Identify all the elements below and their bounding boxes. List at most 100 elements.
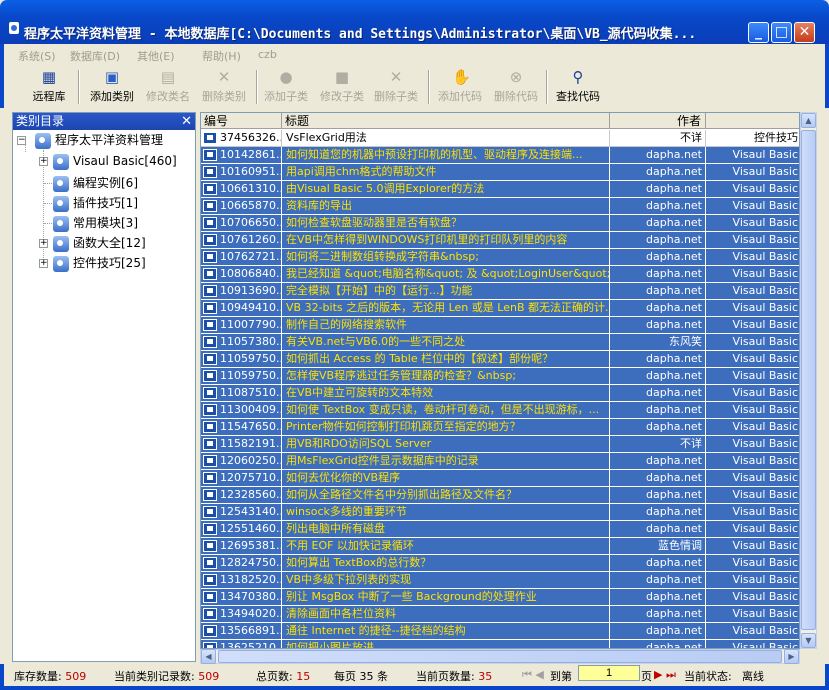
table-row[interactable]: 13494020... 清除画面中各栏位资料 dapha.net Visaul Bas… — [201, 606, 799, 623]
maximize-button[interactable]: □ — [771, 22, 792, 43]
cell-author: dapha.net — [610, 555, 706, 572]
table-row[interactable]: 11300409... 如何使 TextBox 变成只读，卷动杆可卷动，但是不出现… — [201, 402, 799, 419]
table-row[interactable]: 11007790... 制作自己的网络搜索软件 dapha.net Visaul Ba… — [201, 317, 799, 334]
horizontal-scroll-thumb[interactable] — [218, 650, 782, 663]
network-icon: ▦ — [41, 68, 57, 86]
add-subcategory-button[interactable]: ● 添加子类 — [260, 69, 312, 105]
grid-header: 编号 标题 作者 — [201, 113, 799, 129]
table-row[interactable]: 11059750... 如何抓出 Access 的 Table 栏位中的【叙述】部… — [201, 351, 799, 368]
remote-db-button[interactable]: ▦ 远程库 — [28, 69, 70, 105]
table-row[interactable]: 13470380... 别让 MsgBox 中断了一些 Background的处理… — [201, 589, 799, 606]
cell-title: VB 32-bits 之后的版本，无论用 Len 或是 LenB 都无法正确的计… — [282, 300, 610, 317]
cell-id: 11059750... — [201, 351, 282, 368]
scroll-up-button[interactable]: ▲ — [801, 113, 816, 128]
code-record-icon — [203, 608, 217, 620]
cell-title: 由Visual Basic 5.0调用Explorer的方法 — [282, 181, 610, 198]
toolbar: ▦ 远程库 ▣ 添加类别 ▤ 修改类名 ✕ 删除类别 ● 添加子类 ■ 修改子类… — [0, 66, 829, 108]
table-row[interactable]: 11087510... 在VB中建立可旋转的文本特效 dapha.net Visaul… — [201, 385, 799, 402]
code-record-icon — [203, 200, 217, 212]
scroll-left-button[interactable]: ◀ — [201, 649, 216, 664]
column-header-author[interactable]: 作者 — [610, 113, 706, 129]
tree-expander-root[interactable]: − — [17, 136, 26, 145]
scroll-right-button[interactable]: ▶ — [784, 649, 799, 664]
close-panel-icon[interactable]: ✕ — [181, 113, 192, 130]
cell-author: dapha.net — [610, 385, 706, 402]
cell-title: 资料库的导出 — [282, 198, 610, 215]
table-row[interactable]: 10661310... 由Visual Basic 5.0调用Explorer的方… — [201, 181, 799, 198]
cell-category: Visaul Basic — [706, 487, 799, 504]
table-row[interactable]: 11059750... 怎样使VB程序逃过任务管理器的检查？&nbsp; dapha… — [201, 368, 799, 385]
cell-author: dapha.net — [610, 487, 706, 504]
table-row[interactable]: 12543140... winsock多线的重要环节 dapha.net Visaul… — [201, 504, 799, 521]
table-row[interactable]: 12551460... 列出电脑中所有磁盘 dapha.net Visaul Basi… — [201, 521, 799, 538]
delete-category-button[interactable]: ✕ 删除类别 — [198, 69, 250, 105]
find-code-button[interactable]: ⚲ 查找代码 — [552, 69, 604, 105]
table-row[interactable]: 13625210... 如何把小图片放进 ... dapha.net Visaul B… — [201, 640, 799, 648]
cell-id: 10949410... — [201, 300, 282, 317]
first-prev-page-icon[interactable]: ⏮ ◀ — [522, 668, 544, 682]
tree-item-examples[interactable]: 编程实例[6] — [53, 173, 138, 193]
tree-expander-vb[interactable]: + — [39, 157, 48, 166]
vertical-scroll-thumb[interactable] — [801, 130, 816, 630]
minimize-button[interactable]: _ — [748, 22, 769, 43]
table-row[interactable]: 10806840... 我已经知道 &quot;电脑名称&quot; 及 &quo… — [201, 266, 799, 283]
cell-author: dapha.net — [610, 589, 706, 606]
table-row[interactable]: 37456326... VsFlexGrid用法 不详 控件技巧 — [201, 130, 799, 147]
code-record-icon — [203, 285, 217, 297]
table-row[interactable]: 11547650... Printer物件如何控制打印机跳页至指定的地方？ daph… — [201, 419, 799, 436]
tree-expander-functions[interactable]: + — [39, 239, 48, 248]
table-row[interactable]: 13566891... 通往 Internet 的捷径--捷径档的结构 dapha.… — [201, 623, 799, 640]
table-row[interactable]: 12328560... 如何从全路径文件名中分别抓出路径及文件名？ dapha.ne… — [201, 487, 799, 504]
tree-item-label: 控件技巧[25] — [73, 256, 146, 270]
table-row[interactable]: 10706650... 如何检查软盘驱动器里是否有软盘？ dapha.net Visa… — [201, 215, 799, 232]
tree-item-visual-basic[interactable]: Visaul Basic[460] — [53, 151, 177, 171]
tree-item-modules[interactable]: 常用模块[3] — [53, 213, 138, 233]
close-button[interactable]: ✕ — [794, 22, 815, 43]
vertical-scrollbar[interactable]: ▲ ▼ — [800, 112, 817, 649]
delete-subcategory-button[interactable]: ✕ 删除子类 — [370, 69, 422, 105]
tree-item-controls[interactable]: 控件技巧[25] — [53, 253, 146, 273]
delete-code-button[interactable]: ⊗ 删除代码 — [490, 69, 542, 105]
next-last-page-icon[interactable]: ▶ ⏭ — [654, 668, 676, 682]
table-row[interactable]: 10913690... 完全模拟【开始】中的【运行...】功能 dapha.net V… — [201, 283, 799, 300]
menu-help[interactable]: 帮助(H) — [202, 48, 241, 64]
tree-item-plugins[interactable]: 插件技巧[1] — [53, 193, 138, 213]
cell-title: 清除画面中各栏位资料 — [282, 606, 610, 623]
cell-author: 不详 — [610, 436, 706, 453]
table-row[interactable]: 11057380... 有关VB.net与VB6.0的一些不同之处 东风笑 Visau… — [201, 334, 799, 351]
table-row[interactable]: 12075710... 如何去优化你的VB程序 dapha.net Visaul Ba… — [201, 470, 799, 487]
add-category-button[interactable]: ▣ 添加类别 — [86, 69, 138, 105]
table-row[interactable]: 13182520... VB中多级下拉列表的实现 dapha.net Visaul B… — [201, 572, 799, 589]
tree-item-functions[interactable]: 函数大全[12] — [53, 233, 146, 253]
table-row[interactable]: 10949410... VB 32-bits 之后的版本，无论用 Len 或是 L… — [201, 300, 799, 317]
menu-other[interactable]: 其他(E) — [137, 48, 175, 64]
cell-author: dapha.net — [610, 215, 706, 232]
table-row[interactable]: 12824750... 如何算出 TextBox的总行数？ dapha.net Vis… — [201, 555, 799, 572]
page-number-input[interactable] — [578, 665, 640, 681]
scroll-down-button[interactable]: ▼ — [801, 633, 816, 648]
table-row[interactable]: 12695381... 不用 EOF 以加快记录循环 蓝色情调 Visaul Basi… — [201, 538, 799, 555]
column-header-title[interactable]: 标题 — [282, 113, 610, 129]
menu-user[interactable]: czb — [258, 48, 277, 61]
horizontal-scrollbar[interactable]: ◀ ▶ — [200, 649, 800, 664]
menu-database[interactable]: 数据库(D) — [70, 48, 120, 64]
column-header-category[interactable] — [706, 113, 799, 129]
tree-expander-controls[interactable]: + — [39, 259, 48, 268]
table-row[interactable]: 10665870... 资料库的导出 dapha.net Visaul Basic — [201, 198, 799, 215]
cell-category: Visaul Basic — [706, 351, 799, 368]
table-row[interactable]: 10761260... 在VB中怎样得到WINDOWS打印机里的打印队列里的内容 d… — [201, 232, 799, 249]
table-row[interactable]: 10142861... 如何知道您的机器中预设打印机的机型、驱动程序及连接端...… — [201, 147, 799, 164]
menu-system[interactable]: 系统(S) — [18, 48, 56, 64]
table-row[interactable]: 10160951... 用api调用chm格式的帮助文件 dapha.net Visa… — [201, 164, 799, 181]
rename-category-button[interactable]: ▤ 修改类名 — [142, 69, 194, 105]
tree-root[interactable]: 程序太平洋资料管理 — [35, 130, 163, 150]
records-grid[interactable]: 编号 标题 作者 37456326... VsFlexGrid用法 不详 控件技巧 10… — [200, 112, 800, 649]
edit-subcategory-button[interactable]: ■ 修改子类 — [316, 69, 368, 105]
table-row[interactable]: 12060250... 用MsFlexGrid控件显示数据库中的记录 dapha.n… — [201, 453, 799, 470]
code-record-icon — [203, 574, 217, 586]
column-header-id[interactable]: 编号 — [201, 113, 282, 129]
add-code-button[interactable]: ✋ 添加代码 — [434, 69, 486, 105]
table-row[interactable]: 11582191... 用VB和RDO访问SQL Server 不详 Visaul B… — [201, 436, 799, 453]
cell-category: Visaul Basic — [706, 198, 799, 215]
table-row[interactable]: 10762721... 如何将二进制数组转换成字符串&nbsp; dapha.net… — [201, 249, 799, 266]
